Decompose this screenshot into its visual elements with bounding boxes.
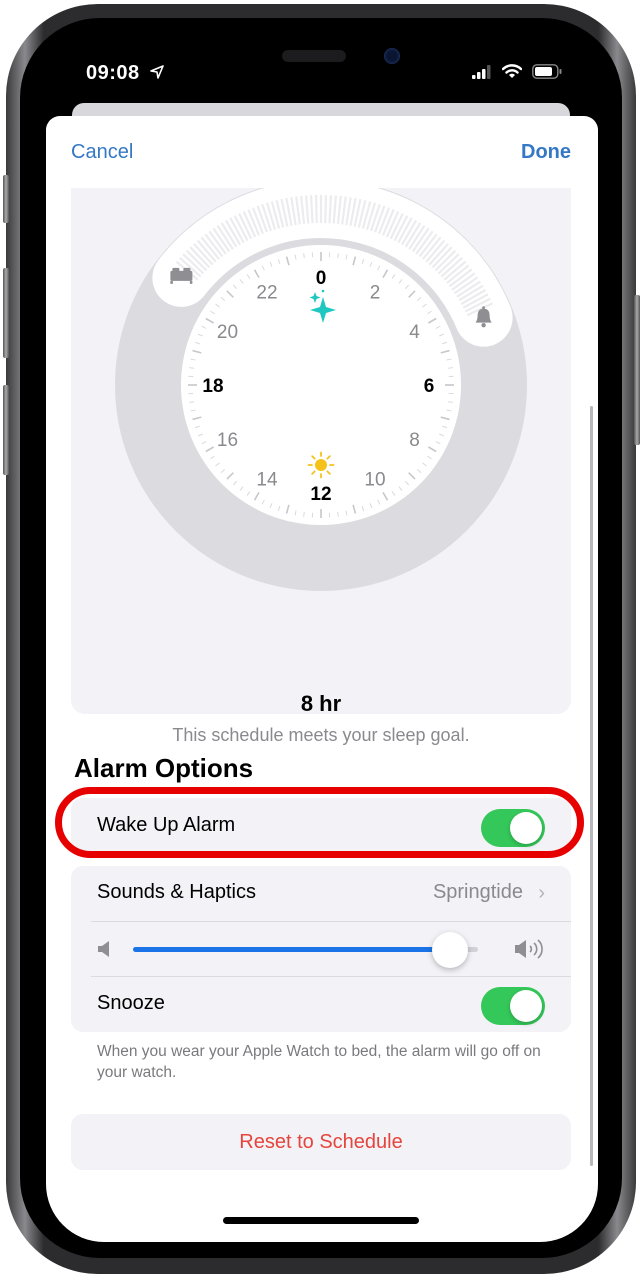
hour-label: 10 (364, 470, 385, 491)
sleep-clock-dial[interactable]: 0 2 4 6 8 10 12 14 16 18 20 22 (71, 188, 571, 688)
front-camera (384, 48, 400, 64)
alarm-options-title: Alarm Options (74, 753, 254, 783)
scrollbar[interactable] (590, 406, 593, 1166)
sun-icon (307, 451, 335, 479)
band-stripe (309, 195, 314, 224)
tick-mark (337, 511, 339, 517)
toggle-knob (510, 990, 542, 1022)
chevron-right-icon: › (538, 882, 545, 904)
apple-watch-footnote: When you wear your Apple Watch to bed, t… (97, 1043, 541, 1081)
mute-switch (3, 175, 9, 223)
hour-label: 12 (310, 484, 331, 505)
band-stripe (328, 195, 333, 224)
tick-mark (189, 367, 195, 369)
sleep-schedule-card: 0 2 4 6 8 10 12 14 16 18 20 22 8 hr This schedule m… (71, 188, 571, 745)
location-arrow-icon (149, 65, 164, 79)
hour-label: 2 (370, 282, 381, 303)
done-button[interactable]: Done (521, 141, 571, 164)
cancel-button[interactable]: Cancel (71, 141, 133, 164)
hour-label: 14 (256, 470, 278, 491)
hour-label: 6 (424, 376, 435, 397)
cellular-signal-icon (472, 64, 491, 79)
volume-slider[interactable] (133, 947, 478, 952)
reset-to-schedule-button[interactable]: Reset to Schedule (71, 1114, 571, 1170)
status-time: 09:08 (86, 62, 164, 85)
annotation-highlight-oval (55, 787, 584, 858)
tick-mark (303, 511, 305, 517)
earpiece-speaker (282, 50, 346, 62)
volume-up-button (3, 268, 9, 358)
tick-mark (337, 253, 339, 259)
home-indicator[interactable] (223, 1217, 419, 1224)
status-icons (472, 64, 562, 79)
battery-icon (532, 64, 562, 79)
hour-label: 20 (217, 322, 238, 343)
sounds-haptics-label: Sounds & Haptics (97, 881, 256, 903)
status-time-text: 09:08 (86, 62, 140, 84)
snooze-row: Snooze (71, 977, 571, 1031)
volume-down-button (3, 385, 9, 475)
tick-mark (189, 401, 195, 403)
snooze-label: Snooze (97, 992, 165, 1014)
bed-icon (170, 270, 193, 281)
sounds-haptics-row[interactable]: Sounds & Haptics Springtide › (71, 866, 571, 920)
snooze-toggle[interactable] (481, 987, 545, 1025)
tick-mark (303, 253, 305, 259)
sounds-haptics-value: Springtide (432, 881, 523, 903)
hour-label: 8 (409, 430, 420, 451)
band-stripe (314, 195, 318, 224)
volume-slider-thumb[interactable] (432, 932, 469, 968)
volume-row (71, 922, 571, 976)
hour-label: 18 (202, 376, 223, 397)
edit-schedule-sheet: Cancel Done 0 2 4 6 8 10 12 14 16 18 20 22 8 hr Thi… (46, 116, 598, 1242)
tick-mark (447, 367, 453, 369)
hour-label: 4 (409, 322, 420, 343)
power-button (634, 295, 640, 445)
speaker-low-icon (98, 941, 109, 957)
band-stripe (324, 195, 328, 224)
alarm-settings-group: Sounds & Haptics Springtide › Snooze (71, 866, 571, 1032)
wifi-icon (502, 64, 522, 78)
sleep-goal-message: This schedule meets your sleep goal. (172, 725, 470, 745)
hour-label: 22 (256, 282, 277, 303)
sleep-duration: 8 hr (300, 691, 342, 716)
hour-label: 0 (316, 268, 327, 289)
tick-mark (447, 401, 453, 403)
speaker-high-icon (515, 939, 543, 959)
hour-label: 16 (217, 430, 238, 451)
